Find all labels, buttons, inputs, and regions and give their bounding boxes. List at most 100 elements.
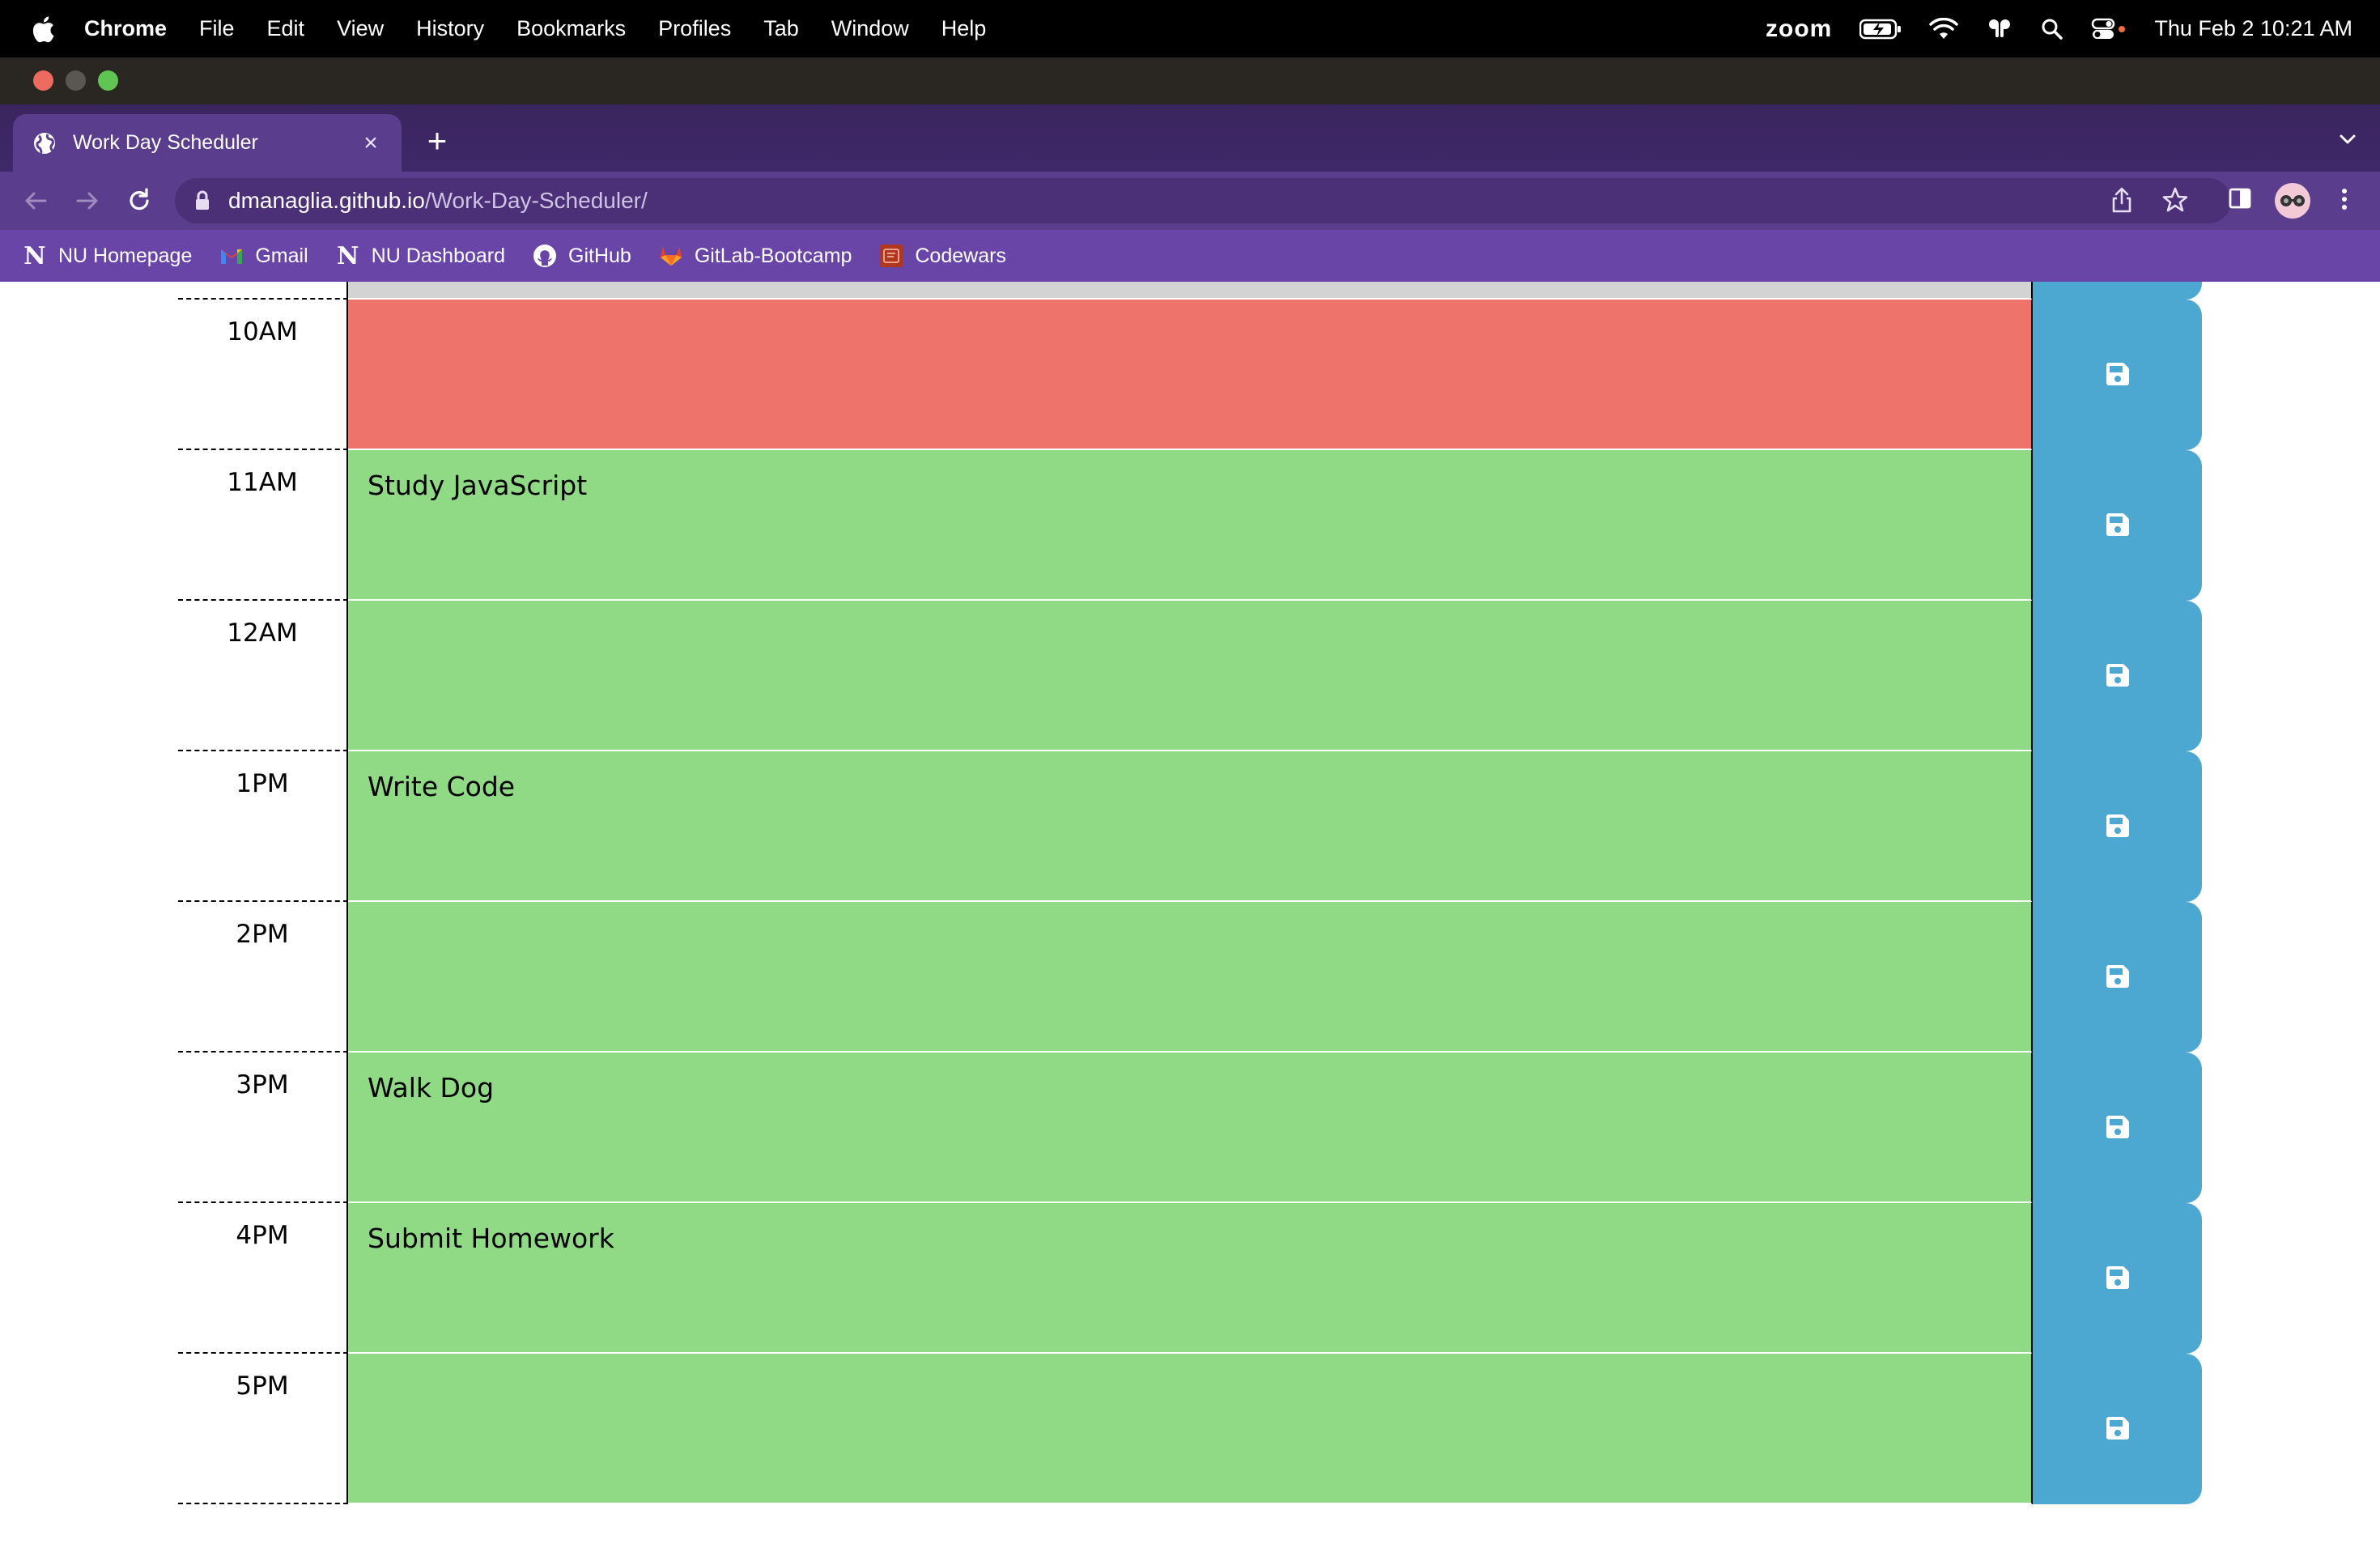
hour-label: 5PM — [178, 1354, 348, 1504]
tab-close-icon[interactable]: × — [356, 129, 385, 158]
hour-label: 12AM — [178, 601, 348, 751]
control-center-icon[interactable] — [2091, 18, 2127, 40]
save-button[interactable] — [2032, 1053, 2202, 1203]
time-block-row: 12AM — [178, 601, 2202, 751]
menubar-status-area: zoom Thu Feb 2 10:21 AM — [1766, 0, 2352, 57]
gmail-icon — [219, 244, 244, 268]
menu-view[interactable]: View — [337, 16, 384, 41]
menu-profiles[interactable]: Profiles — [658, 16, 731, 41]
bookmark-label: Codewars — [915, 244, 1006, 267]
bookmark-label: NU Dashboard — [371, 244, 506, 267]
save-button[interactable] — [2032, 1203, 2202, 1354]
time-block-row: 5PM — [178, 1354, 2202, 1504]
time-block-row: 9AM — [178, 282, 2202, 300]
save-button[interactable] — [2032, 601, 2202, 751]
northwestern-n-icon: N — [23, 241, 46, 270]
apple-logo-icon[interactable] — [31, 15, 55, 43]
bookmark-label: GitHub — [568, 244, 631, 267]
save-button[interactable] — [2032, 902, 2202, 1053]
menu-help[interactable]: Help — [941, 16, 987, 41]
save-button[interactable] — [2032, 751, 2202, 902]
scheduler-page: 9AM10AM11AMStudy JavaScript12AM1PMWrite … — [0, 282, 2380, 1548]
airpods-icon[interactable] — [1986, 18, 2013, 40]
zoom-status-item[interactable]: zoom — [1766, 15, 1832, 43]
time-block-row: 10AM — [178, 300, 2202, 450]
event-description-input[interactable]: Walk Dog — [348, 1053, 2032, 1203]
tab-title: Work Day Scheduler — [73, 131, 258, 154]
save-button[interactable] — [2032, 1354, 2202, 1504]
github-icon — [533, 244, 557, 268]
bookmark-nu-homepage[interactable]: N NU Homepage — [23, 241, 193, 270]
hour-label: 2PM — [178, 902, 348, 1053]
bookmark-gmail[interactable]: Gmail — [219, 244, 308, 268]
hour-label: 10AM — [178, 300, 348, 450]
bookmarks-bar: N NU Homepage Gmail N NU Dashboard GitHu… — [0, 230, 2380, 282]
floppy-disk-icon — [2105, 1415, 2131, 1444]
codewars-icon — [879, 244, 903, 268]
event-description-input[interactable] — [348, 300, 2032, 450]
event-description-input[interactable]: Write Code — [348, 751, 2032, 902]
save-button[interactable] — [2032, 282, 2202, 300]
menu-history[interactable]: History — [416, 16, 484, 41]
bookmark-nu-dashboard[interactable]: N NU Dashboard — [336, 242, 506, 270]
url-host: dmanaglia.github.io — [228, 188, 425, 213]
wifi-icon[interactable] — [1929, 17, 1959, 40]
profile-avatar[interactable] — [2275, 183, 2310, 219]
back-arrow-icon[interactable] — [18, 183, 53, 219]
new-tab-plus-icon[interactable]: + — [421, 124, 453, 158]
bookmark-codewars[interactable]: Codewars — [879, 244, 1006, 268]
gitlab-icon — [659, 244, 683, 268]
floppy-disk-icon — [2105, 512, 2131, 540]
lock-icon[interactable] — [194, 190, 210, 211]
hour-label: 11AM — [178, 450, 348, 601]
window-zoom-button[interactable] — [98, 70, 118, 91]
event-description-input[interactable] — [348, 1354, 2032, 1504]
menubar-clock[interactable]: Thu Feb 2 10:21 AM — [2154, 16, 2352, 41]
tab-work-day-scheduler[interactable]: Work Day Scheduler × — [13, 114, 402, 172]
chrome-menu-kebab-icon[interactable] — [2331, 186, 2357, 212]
hour-label: 3PM — [178, 1053, 348, 1203]
bookmark-star-icon[interactable] — [2161, 186, 2189, 214]
battery-charging-icon[interactable] — [1859, 19, 1902, 40]
floppy-disk-icon — [2105, 662, 2131, 691]
bookmark-gitlab-bootcamp[interactable]: GitLab-Bootcamp — [659, 244, 852, 268]
floppy-disk-icon — [2105, 1114, 2131, 1142]
macos-menu-bar: Chrome File Edit View History Bookmarks … — [0, 0, 2380, 57]
window-titlebar — [0, 57, 2380, 104]
side-panel-icon[interactable] — [2228, 186, 2252, 211]
floppy-disk-icon — [2105, 813, 2131, 841]
spotlight-search-icon[interactable] — [2041, 18, 2063, 40]
save-button[interactable] — [2032, 450, 2202, 601]
event-description-input[interactable]: Submit Homework — [348, 1203, 2032, 1354]
menu-window[interactable]: Window — [831, 16, 909, 41]
url-path: /Work-Day-Scheduler/ — [424, 188, 648, 213]
time-block-row: 11AM Study JavaScript — [178, 450, 2202, 601]
menu-tab[interactable]: Tab — [763, 16, 799, 41]
floppy-disk-icon — [2105, 1265, 2131, 1293]
time-block-row: 4PM Submit Homework — [178, 1203, 2202, 1354]
forward-arrow-icon[interactable] — [70, 183, 105, 219]
window-close-button[interactable] — [33, 70, 53, 91]
time-block-row: 3PM Walk Dog — [178, 1053, 2202, 1203]
event-description-input[interactable]: Study JavaScript — [348, 450, 2032, 601]
globe-icon — [32, 131, 57, 155]
bookmark-label: NU Homepage — [58, 244, 193, 267]
window-minimize-button[interactable] — [66, 70, 86, 91]
menu-file[interactable]: File — [199, 16, 235, 41]
menu-app-chrome[interactable]: Chrome — [84, 16, 167, 41]
address-bar[interactable]: dmanaglia.github.io/Work-Day-Scheduler/ — [175, 178, 2231, 223]
reload-icon[interactable] — [121, 183, 157, 219]
event-description-input[interactable] — [348, 902, 2032, 1053]
bookmark-github[interactable]: GitHub — [533, 244, 631, 268]
bookmark-label: Gmail — [255, 244, 308, 267]
share-icon[interactable] — [2110, 186, 2134, 214]
tab-search-chevron-icon[interactable] — [2336, 128, 2359, 155]
menu-bookmarks[interactable]: Bookmarks — [516, 16, 626, 41]
save-button[interactable] — [2032, 300, 2202, 450]
floppy-disk-icon — [2105, 361, 2131, 389]
menu-edit[interactable]: Edit — [267, 16, 305, 41]
event-description-input[interactable] — [348, 601, 2032, 751]
hour-label: 9AM — [178, 282, 348, 300]
event-description-input[interactable] — [348, 282, 2032, 300]
time-block-row: 2PM — [178, 902, 2202, 1053]
